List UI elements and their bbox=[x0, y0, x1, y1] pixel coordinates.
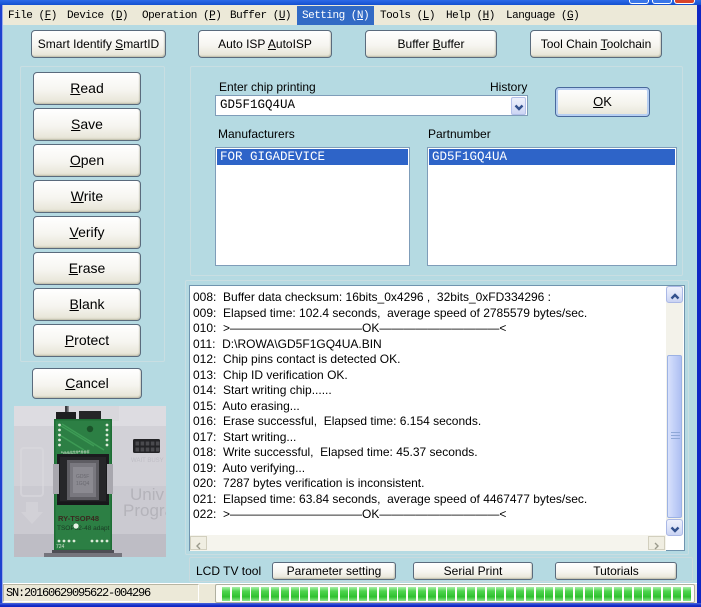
svg-text:1GQ4: 1GQ4 bbox=[76, 481, 90, 487]
svg-text:RY-TSOP48: RY-TSOP48 bbox=[58, 514, 99, 523]
svg-text:WAIT BUSY: WAIT BUSY bbox=[131, 458, 164, 464]
svg-text:Progra: Progra bbox=[123, 501, 166, 520]
svg-text:724: 724 bbox=[56, 544, 65, 550]
svg-text:GD5F: GD5F bbox=[76, 474, 89, 480]
svg-text:TSOP32-48 adapt: TSOP32-48 adapt bbox=[57, 525, 110, 532]
